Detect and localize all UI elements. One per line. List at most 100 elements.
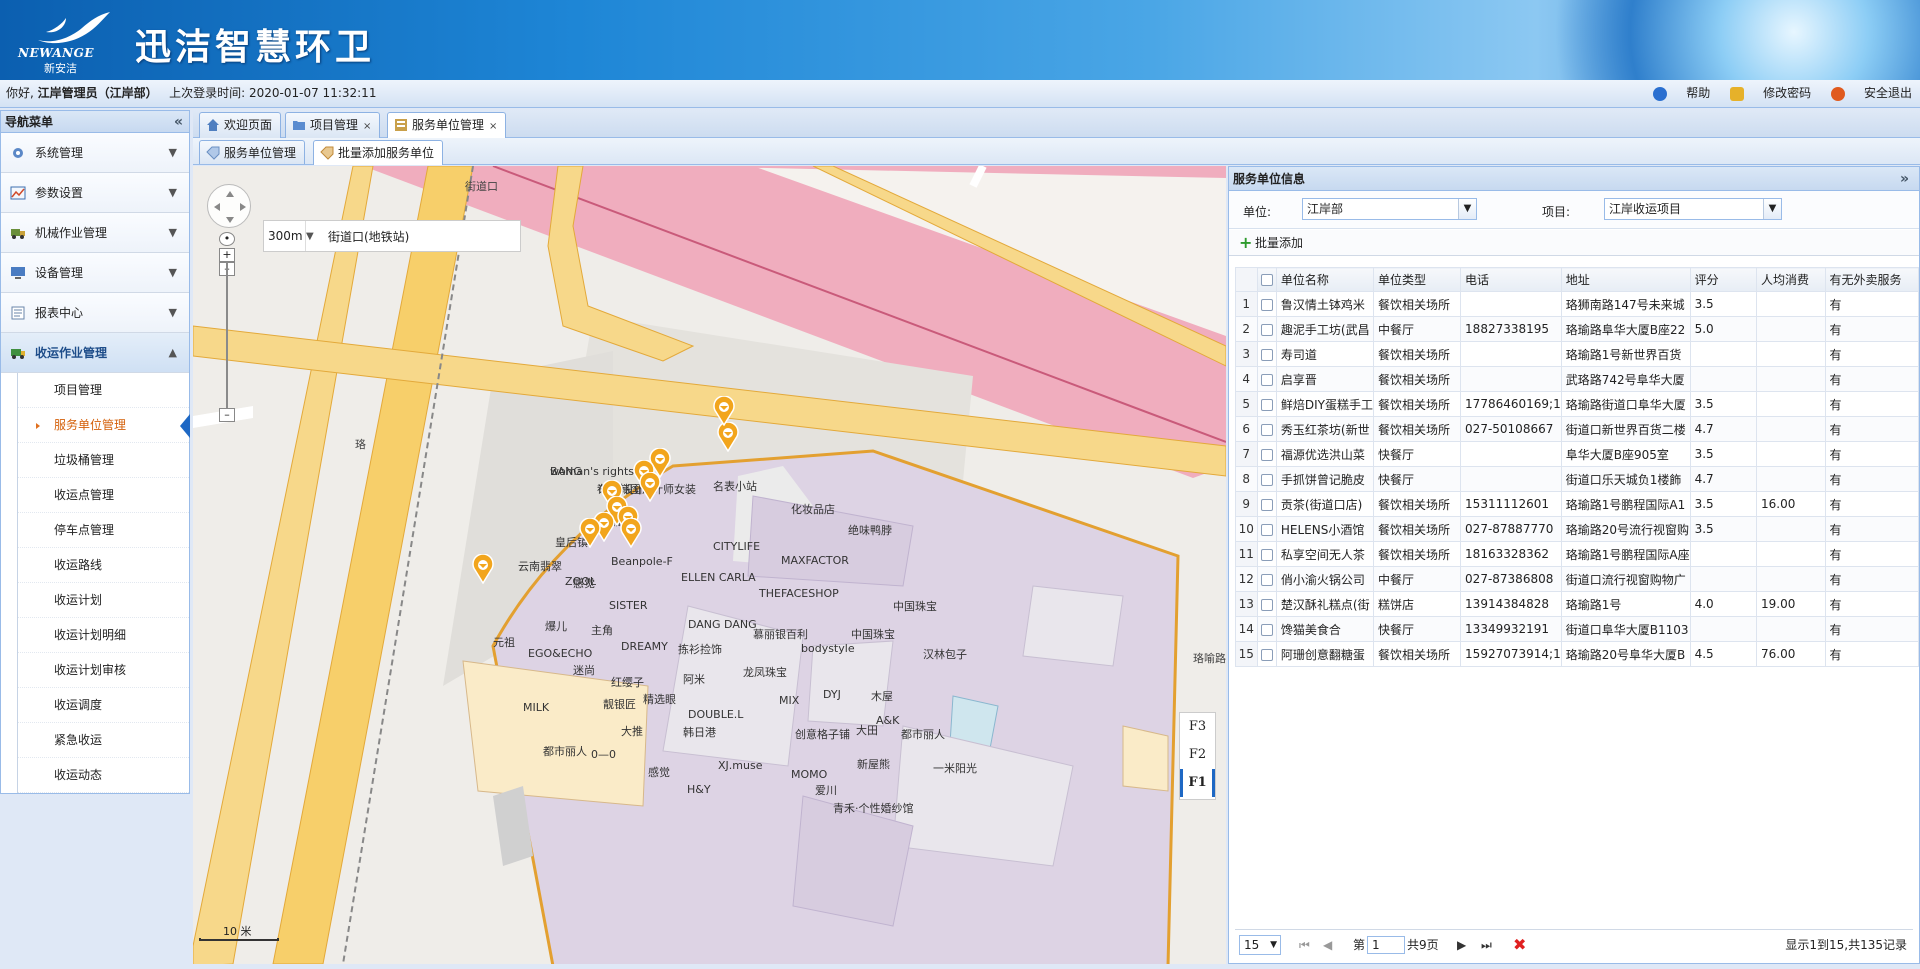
map-shop-label[interactable]: 0—0: [591, 748, 616, 761]
map-shop-label[interactable]: woman's rights: [550, 465, 634, 478]
map-shop-label[interactable]: ZOOL: [565, 575, 596, 588]
table-row[interactable]: 15 阿珊创意翻糖蛋 餐饮相关场所 15927073914;1 珞瑜路20号阜华大厦B 4…: [1235, 641, 1920, 667]
tab-welcome[interactable]: 欢迎页面: [199, 112, 282, 138]
map-pan-control[interactable]: [207, 184, 251, 228]
column-header[interactable]: 评分: [1689, 267, 1758, 292]
panel-collapse-button[interactable]: »: [1900, 167, 1909, 191]
map-shop-label[interactable]: 云南翡翠: [518, 558, 562, 574]
nav-item-plan-details[interactable]: 收运计划明细: [18, 618, 189, 653]
map-shop-label[interactable]: MAXFACTOR: [781, 554, 849, 567]
close-icon[interactable]: ×: [489, 121, 497, 132]
poi-marker-icon[interactable]: [713, 396, 735, 426]
map-shop-label[interactable]: SISTER: [609, 599, 648, 612]
map-shop-label[interactable]: 新屋熊: [857, 756, 890, 772]
map-shop-label[interactable]: XJ.muse: [718, 759, 762, 772]
zoom-slider[interactable]: [226, 262, 228, 412]
map-view[interactable]: BANG布道·设计名表小站化妆品店绝味鸭脖尚品皇后镇CITYLIFEMAXFAC…: [193, 166, 1226, 964]
table-row[interactable]: 11 私享空间无人茶 餐饮相关场所 18163328362 珞瑜路1号鹏程国际A座 有: [1235, 541, 1920, 567]
row-checkbox[interactable]: [1256, 341, 1277, 367]
map-shop-label[interactable]: 绝味鸭脖: [848, 522, 892, 538]
table-row[interactable]: 1 鲁汉情土钵鸡米 餐饮相关场所 珞狮南路147号未来城 3.5 有: [1235, 291, 1920, 317]
table-row[interactable]: 3 寿司道 餐饮相关场所 珞瑜路1号新世界百货 有: [1235, 341, 1920, 367]
row-checkbox[interactable]: [1256, 366, 1277, 392]
column-header[interactable]: 人均消费: [1756, 267, 1826, 292]
radius-select[interactable]: 300m: [264, 221, 306, 251]
nav-item-plan-review[interactable]: 收运计划审核: [18, 653, 189, 688]
table-row[interactable]: 6 秀玉红茶坊(新世 餐饮相关场所 027-50108667 街道口新世界百货二楼 4.7…: [1235, 416, 1920, 442]
map-shop-label[interactable]: 名表小站: [713, 478, 757, 494]
map-shop-label[interactable]: Beanpole-F: [611, 555, 673, 568]
map-shop-label[interactable]: DYJ: [823, 688, 841, 701]
map-canvas[interactable]: [193, 166, 1226, 964]
map-shop-label[interactable]: 龙凤珠宝: [743, 664, 787, 680]
nav-item-dispatch[interactable]: 收运调度: [18, 688, 189, 723]
poi-marker-icon[interactable]: [639, 472, 661, 502]
nav-group-devices[interactable]: 设备管理 ▼: [1, 253, 189, 293]
row-checkbox[interactable]: [1256, 616, 1277, 642]
map-shop-label[interactable]: A&K: [876, 714, 899, 727]
row-checkbox[interactable]: [1256, 591, 1277, 617]
row-checkbox[interactable]: [1256, 291, 1277, 317]
table-row[interactable]: 8 手抓饼曾记脆皮 快餐厅 街道口乐天城负1楼飾 4.7 有: [1235, 466, 1920, 492]
unit-select[interactable]: 江岸部 ▼: [1302, 198, 1477, 220]
locate-button[interactable]: •: [219, 232, 235, 246]
map-shop-label[interactable]: 创意格子铺: [795, 726, 850, 742]
map-shop-label[interactable]: 汉林包子: [923, 646, 967, 662]
row-checkbox[interactable]: [1256, 466, 1277, 492]
table-row[interactable]: 10 HELENS小酒馆 餐饮相关场所 027-87887770 珞瑜路20号流行视窗购…: [1235, 516, 1920, 542]
first-page-button[interactable]: ⏮: [1299, 930, 1310, 960]
row-checkbox[interactable]: [1256, 416, 1277, 442]
nav-item-emergency[interactable]: 紧急收运: [18, 723, 189, 758]
tab-service-units[interactable]: 服务单位管理 ×: [387, 112, 507, 139]
nav-item-collection-points[interactable]: 收运点管理: [18, 478, 189, 513]
prev-page-button[interactable]: ◀: [1323, 930, 1332, 960]
map-shop-label[interactable]: ELLEN CARLA: [681, 571, 756, 584]
poi-marker-icon[interactable]: [620, 518, 642, 548]
nav-group-system[interactable]: 系统管理 ▼: [1, 133, 189, 173]
map-shop-label[interactable]: 拣衫捡饰: [678, 641, 722, 657]
nav-item-parking-points[interactable]: 停车点管理: [18, 513, 189, 548]
row-checkbox[interactable]: [1256, 566, 1277, 592]
poi-marker-icon[interactable]: [472, 554, 494, 584]
map-shop-label[interactable]: 化妆品店: [791, 501, 835, 517]
table-row[interactable]: 5 鲜焙DIY蛋糕手工 餐饮相关场所 17786460169;1 珞瑜路街道口阜华大厦 3…: [1235, 391, 1920, 417]
logout-link[interactable]: 安全退出: [1830, 80, 1912, 107]
map-shop-label[interactable]: 慕丽银百利: [753, 626, 808, 642]
map-shop-label[interactable]: 中国珠宝: [893, 598, 937, 614]
table-row[interactable]: 14 馋猫美食合 快餐厅 13349932191 街道口阜华大厦B1103 有: [1235, 616, 1920, 642]
select-all-checkbox[interactable]: [1256, 267, 1277, 292]
floor-f1[interactable]: F1: [1180, 769, 1215, 797]
row-checkbox[interactable]: [1256, 391, 1277, 417]
column-header[interactable]: 单位类型: [1373, 267, 1462, 292]
map-shop-label[interactable]: DOUBLE.L: [688, 708, 743, 721]
map-shop-label[interactable]: MILK: [523, 701, 549, 714]
page-size-select[interactable]: 15 ▼: [1239, 935, 1281, 955]
map-shop-label[interactable]: 大推: [621, 723, 643, 739]
nav-group-collection[interactable]: 收运作业管理 ▲: [1, 333, 189, 373]
next-page-button[interactable]: ▶: [1457, 930, 1466, 960]
map-shop-label[interactable]: 韩日港: [683, 724, 716, 740]
tab-projects[interactable]: 项目管理 ×: [285, 112, 381, 138]
map-shop-label[interactable]: 都市丽人: [543, 743, 587, 759]
help-link[interactable]: 帮助: [1653, 80, 1710, 107]
map-shop-label[interactable]: 爆儿: [545, 618, 567, 634]
nav-item-service-units[interactable]: 服务单位管理: [18, 408, 190, 443]
change-password-link[interactable]: 修改密码: [1730, 80, 1811, 107]
floor-f2[interactable]: F2: [1180, 741, 1215, 769]
table-row[interactable]: 7 福源优选洪山菜 快餐厅 阜华大厦B座905室 3.5 有: [1235, 441, 1920, 467]
map-shop-label[interactable]: 主角: [591, 622, 613, 638]
table-row[interactable]: 2 趣泥手工坊(武昌 中餐厅 18827338195 珞瑜路阜华大厦B座22 5.0 有: [1235, 316, 1920, 342]
cancel-icon[interactable]: ✖: [1513, 930, 1526, 960]
map-shop-label[interactable]: bodystyle: [801, 642, 855, 655]
nav-group-machinery[interactable]: 机械作业管理 ▼: [1, 213, 189, 253]
map-shop-label[interactable]: EGO&ECHO: [528, 647, 592, 660]
sidebar-collapse-button[interactable]: «: [174, 111, 183, 133]
row-checkbox[interactable]: [1256, 516, 1277, 542]
nav-item-live-status[interactable]: 收运动态: [18, 758, 189, 793]
column-header[interactable]: 单位名称: [1275, 267, 1375, 292]
table-row[interactable]: 9 贡茶(街道口店) 餐饮相关场所 15311112601 珞瑜路1号鹏程国际A1 3.5…: [1235, 491, 1920, 517]
map-shop-label[interactable]: 一米阳光: [933, 760, 977, 776]
map-shop-label[interactable]: 精选眼: [643, 691, 676, 707]
batch-add-button[interactable]: 批量添加: [1255, 236, 1303, 250]
map-shop-label[interactable]: THEFACESHOP: [759, 587, 839, 600]
